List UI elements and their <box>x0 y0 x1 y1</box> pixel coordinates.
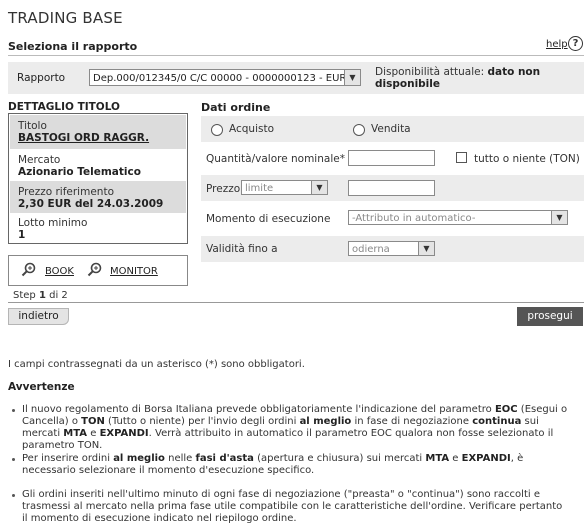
lotto-value: 1 <box>18 229 26 241</box>
chevron-down-icon: ▼ <box>418 242 434 255</box>
availability-text: Disponibilità attuale: dato non disponib… <box>375 66 588 90</box>
order-heading: Dati ordine <box>201 101 271 114</box>
required-fields-note: I campi contrassegnati da un asterisco (… <box>8 359 305 370</box>
step-prefix: Step <box>13 290 36 301</box>
help-link[interactable]: help <box>546 39 568 50</box>
step-suffix: di 2 <box>49 290 68 301</box>
next-button[interactable]: prosegui <box>517 307 583 326</box>
warning-item: Per inserire ordini al meglio nelle fasi… <box>22 453 524 476</box>
chevron-down-icon: ▼ <box>311 181 327 194</box>
bullet-icon <box>12 458 15 461</box>
momento-label: Momento di esecuzione <box>206 213 331 225</box>
divider <box>8 302 584 303</box>
mercato-row: Mercato Azionario Telematico <box>10 149 186 181</box>
detail-box: Titolo BASTOGI ORD RAGGR. Mercato Aziona… <box>8 113 188 244</box>
validita-select[interactable]: odierna ▼ <box>348 241 435 256</box>
titolo-value: BASTOGI ORD RAGGR. <box>18 132 150 144</box>
quantity-input[interactable] <box>348 150 435 166</box>
chevron-down-icon: ▼ <box>551 211 567 224</box>
magnifier-icon[interactable] <box>87 262 102 277</box>
vendita-label: Vendita <box>371 123 411 135</box>
page-title: TRADING BASE <box>8 9 123 27</box>
prezzo-type-select[interactable]: limite ▼ <box>241 180 328 195</box>
momento-select[interactable]: -Attributo in automatico- ▼ <box>348 210 568 225</box>
chevron-down-icon: ▼ <box>344 70 360 85</box>
help-icon[interactable]: ? <box>568 36 583 51</box>
lotto-row: Lotto minimo 1 <box>10 213 186 242</box>
lotto-label: Lotto minimo <box>18 217 88 229</box>
rapporto-label: Rapporto <box>17 72 66 84</box>
availability-label: Disponibilità attuale: <box>375 66 485 78</box>
tutto-label: tutto o niente (TON) <box>474 153 580 165</box>
step-current: 1 <box>38 290 46 301</box>
magnifier-icon[interactable] <box>21 262 36 277</box>
bullet-icon <box>12 409 15 412</box>
warning-item: Il nuovo regolamento di Borsa Italiana p… <box>22 404 568 451</box>
back-button[interactable]: indietro <box>8 308 69 325</box>
mercato-label: Mercato <box>18 154 61 166</box>
prezzo-rif-value: 2,30 EUR del 24.03.2009 <box>18 198 164 210</box>
prezzo-input[interactable] <box>348 180 435 196</box>
validita-value: odierna <box>352 244 390 255</box>
prezzo-label: Prezzo <box>206 183 241 195</box>
mercato-value: Azionario Telematico <box>18 166 141 178</box>
monitor-link[interactable]: MONITOR <box>110 266 158 277</box>
prezzo-type-value: limite <box>245 183 274 194</box>
detail-heading: DETTAGLIO TITOLO <box>8 101 120 113</box>
validita-label: Validità fino a <box>206 243 278 255</box>
quantity-label: Quantità/valore nominale* <box>206 153 345 165</box>
warnings-heading: Avvertenze <box>8 381 75 393</box>
prezzo-rif-label: Prezzo riferimento <box>18 186 114 198</box>
bullet-icon <box>12 494 15 497</box>
acquisto-radio[interactable] <box>211 124 223 136</box>
rapporto-select-value: Dep.000/012345/0 C/C 00000 - 0000000123 … <box>93 73 347 84</box>
warning-item: Gli ordini inseriti nell'ultimo minuto d… <box>22 489 563 524</box>
vendita-radio[interactable] <box>353 124 365 136</box>
tools-box: BOOK MONITOR <box>8 255 188 286</box>
rapporto-select[interactable]: Dep.000/012345/0 C/C 00000 - 0000000123 … <box>89 69 361 86</box>
acquisto-label: Acquisto <box>229 123 275 135</box>
momento-value: -Attributo in automatico- <box>352 213 476 224</box>
titolo-label: Titolo <box>18 120 47 132</box>
book-link[interactable]: BOOK <box>45 266 74 277</box>
step-indicator: Step 1 di 2 <box>13 290 68 301</box>
titolo-row: Titolo BASTOGI ORD RAGGR. <box>10 115 186 149</box>
select-report-heading: Seleziona il rapporto <box>8 40 138 53</box>
tutto-checkbox[interactable] <box>456 152 467 163</box>
prezzo-row: Prezzo riferimento 2,30 EUR del 24.03.20… <box>10 181 186 213</box>
divider <box>8 55 584 56</box>
